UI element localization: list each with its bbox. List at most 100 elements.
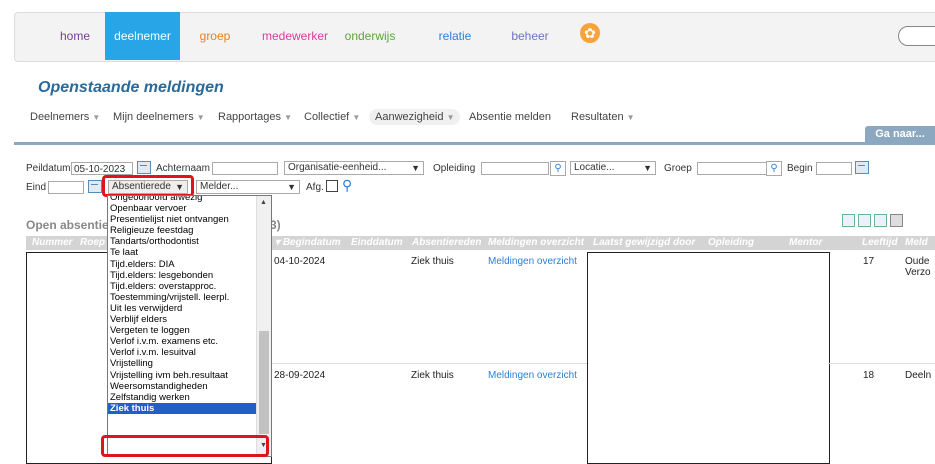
- nav-beheer[interactable]: beheer: [505, 12, 555, 60]
- peildatum-field[interactable]: 05-10-2023: [71, 162, 133, 175]
- print-preview-icon[interactable]: [858, 214, 871, 227]
- nav-home[interactable]: home: [45, 12, 105, 60]
- col-opleiding[interactable]: Opleiding: [708, 236, 754, 250]
- dropdown-option[interactable]: Tijd.elders: DIA: [108, 259, 271, 270]
- dropdown-option[interactable]: Verlof i.v.m. lesuitval: [108, 347, 271, 358]
- groep-label: Groep: [664, 163, 692, 174]
- row-divider: [828, 363, 935, 364]
- search-icon[interactable]: ⚲: [342, 177, 352, 194]
- subnav-collectief[interactable]: Collectief ▼: [304, 111, 360, 123]
- row1-leeftijd: 17: [863, 256, 875, 267]
- section-title: Open absentie: [26, 218, 109, 232]
- dropdown-option[interactable]: Tandarts/orthodontist: [108, 236, 271, 247]
- achternaam-field[interactable]: [212, 162, 278, 175]
- groep-search-icon[interactable]: ⚲: [766, 161, 782, 176]
- subnav-absentie-melden[interactable]: Absentie melden: [469, 111, 551, 123]
- row-divider: [270, 363, 587, 364]
- col-leeftijd[interactable]: Leeftijd: [862, 236, 898, 250]
- nav-groep[interactable]: groep: [190, 12, 240, 60]
- eind-label: Eind: [26, 182, 47, 193]
- calendar-icon[interactable]: [88, 180, 102, 193]
- scrollbar-thumb[interactable]: [259, 331, 269, 434]
- ga-naar-tab[interactable]: Ga naar...: [865, 126, 935, 142]
- row2-meldingen-link[interactable]: Meldingen overzicht: [488, 370, 577, 381]
- subnav-resultaten[interactable]: Resultaten ▼: [571, 111, 635, 123]
- row1-meld: Oude: [905, 256, 930, 267]
- chevron-down-icon: ▼: [287, 182, 296, 192]
- col-laatst-gewijzigd[interactable]: Laatst gewijzigd door: [593, 236, 695, 250]
- col-nummer[interactable]: Nummer: [32, 236, 73, 250]
- dropdown-option[interactable]: Toestemming/vrijstell. leerpl.: [108, 292, 271, 303]
- eind-field[interactable]: [48, 181, 84, 194]
- dropdown-scrollbar[interactable]: ▲ ▼: [256, 196, 271, 456]
- dropdown-option[interactable]: Presentielijst niet ontvangen: [108, 214, 271, 225]
- organisatie-select[interactable]: Organisatie-eenheid... ▼: [284, 161, 424, 175]
- row1-absentiereden: Ziek thuis: [411, 256, 454, 267]
- locatie-select[interactable]: Locatie... ▼: [570, 161, 656, 175]
- col-roep[interactable]: Roep: [80, 236, 105, 250]
- dropdown-option[interactable]: Tijd.elders: lesgebonden: [108, 270, 271, 281]
- export-icon[interactable]: [842, 214, 855, 227]
- row2-begindatum: 28-09-2024: [274, 370, 326, 381]
- page-title: Openstaande meldingen: [38, 79, 224, 96]
- groep-field[interactable]: [697, 162, 767, 175]
- dropdown-option[interactable]: Uit les verwijderd: [108, 303, 271, 314]
- chevron-down-icon: ▼: [643, 163, 652, 173]
- row2-meld: Deeln: [905, 370, 932, 381]
- opleiding-field[interactable]: [481, 162, 549, 175]
- dropdown-option[interactable]: Ongeoorloofd afwezig: [108, 196, 271, 203]
- calendar-icon[interactable]: [855, 161, 869, 174]
- dropdown-option[interactable]: Vrijstelling: [108, 358, 271, 369]
- highlight-box-selected: [101, 435, 269, 457]
- export-toolbar: [842, 214, 906, 230]
- subnav-rapportages[interactable]: Rapportages ▼: [218, 111, 292, 123]
- col-meld[interactable]: Meld: [905, 236, 928, 250]
- dropdown-option[interactable]: Vrijstelling ivm beh.resultaat: [108, 370, 271, 381]
- peildatum-label: Peildatum: [26, 163, 71, 174]
- chevron-down-icon: ▼: [411, 163, 420, 173]
- divider: [14, 142, 935, 145]
- row2-leeftijd: 18: [863, 370, 875, 381]
- dropdown-option[interactable]: Vergeten te loggen: [108, 325, 271, 336]
- subnav-aanwezigheid[interactable]: Aanwezigheid ▼: [369, 109, 461, 125]
- subnav-mijn-deelnemers[interactable]: Mijn deelnemers ▼: [113, 111, 205, 123]
- dropdown-option[interactable]: Te laat: [108, 247, 271, 258]
- col-mentor[interactable]: Mentor: [789, 236, 822, 250]
- dropdown-option[interactable]: Tijd.elders: overstapproc.: [108, 281, 271, 292]
- dropdown-option-selected[interactable]: Ziek thuis: [108, 402, 271, 414]
- scroll-up-icon[interactable]: ▲: [260, 199, 267, 206]
- col-meldingen-overzicht[interactable]: Meldingen overzicht: [488, 236, 584, 250]
- col-absentiereden[interactable]: Absentiereden: [412, 236, 481, 250]
- col-einddatum[interactable]: Einddatum: [351, 236, 403, 250]
- dropdown-option[interactable]: Verblijf elders: [108, 314, 271, 325]
- highlight-box: [102, 175, 194, 197]
- row1-meldingen-link[interactable]: Meldingen overzicht: [488, 256, 577, 267]
- nav-relatie[interactable]: relatie: [430, 12, 480, 60]
- opleiding-search-icon[interactable]: ⚲: [550, 161, 566, 176]
- afg-label: Afg.: [306, 182, 324, 193]
- calendar-icon[interactable]: [137, 161, 151, 174]
- col-begindatum[interactable]: ▾ Begindatum: [275, 236, 341, 250]
- row1-meld-2: Verzo: [905, 267, 931, 278]
- flower-logo-icon[interactable]: ✿: [580, 23, 600, 43]
- begin-field[interactable]: [816, 162, 852, 175]
- achternaam-label: Achternaam: [156, 163, 210, 174]
- nav-deelnemer[interactable]: deelnemer: [105, 12, 180, 60]
- excel-icon[interactable]: [874, 214, 887, 227]
- global-search-input[interactable]: [898, 26, 935, 46]
- absentiereden-dropdown-list[interactable]: Ongeoorloofd afwezig Openbaar vervoer Pr…: [107, 195, 272, 457]
- subnav-deelnemers[interactable]: Deelnemers ▼: [30, 111, 100, 123]
- dropdown-option[interactable]: Zelfstandig werken: [108, 392, 271, 403]
- nav-medewerker[interactable]: medewerker: [255, 12, 335, 60]
- afg-checkbox[interactable]: [326, 180, 338, 192]
- row2-absentiereden: Ziek thuis: [411, 370, 454, 381]
- nav-onderwijs[interactable]: onderwijs: [340, 12, 400, 60]
- melder-select[interactable]: Melder... ▼: [196, 180, 300, 194]
- dropdown-option[interactable]: Weersomstandigheden: [108, 381, 271, 392]
- dropdown-option[interactable]: Verlof i.v.m. examens etc.: [108, 336, 271, 347]
- print-icon[interactable]: [890, 214, 903, 227]
- row1-begindatum: 04-10-2024: [274, 256, 326, 267]
- dropdown-option[interactable]: Openbaar vervoer: [108, 203, 271, 214]
- wide-cell: [587, 252, 830, 464]
- dropdown-option[interactable]: Religieuze feestdag: [108, 225, 271, 236]
